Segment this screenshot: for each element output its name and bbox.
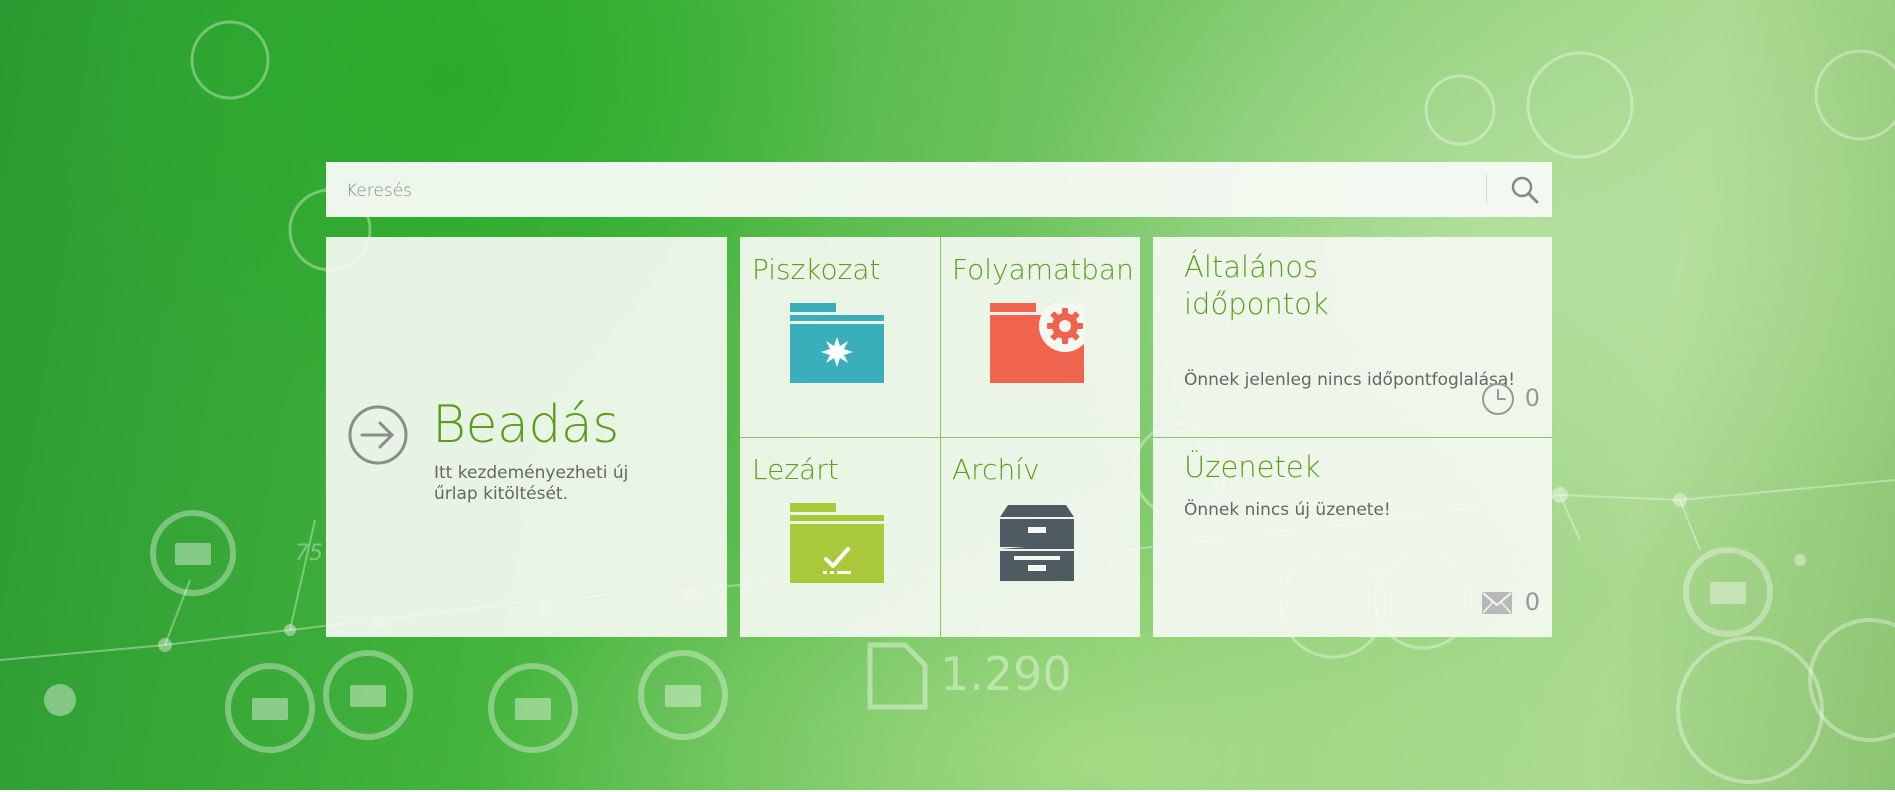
appointments-count: 0 (1524, 384, 1540, 412)
messages-text: Önnek nincs új üzenete! (1184, 500, 1391, 520)
search-bar (326, 162, 1552, 219)
folder-in-progress-label: Folyamatban (952, 253, 1134, 286)
search-button[interactable] (1498, 162, 1552, 217)
info-panels: Általános időpontok Önnek jelenleg nincs… (1153, 237, 1552, 637)
folder-closed[interactable]: Lezárt (740, 437, 940, 637)
search-divider (1486, 174, 1487, 204)
appointments-title-line2: időpontok (1184, 287, 1329, 321)
appointments-panel[interactable]: Általános időpontok Önnek jelenleg nincs… (1153, 237, 1552, 437)
folder-draft[interactable]: Piszkozat (740, 237, 940, 437)
clock-icon (1482, 383, 1514, 415)
submit-tile[interactable]: Beadás Itt kezdeményezheti új űrlap kitö… (326, 237, 727, 637)
appointments-text: Önnek jelenleg nincs időpontfoglalása! (1184, 370, 1516, 390)
draft-folder-icon (790, 303, 884, 383)
search-input[interactable] (344, 162, 1498, 219)
in-progress-folder-icon (990, 303, 1084, 383)
messages-panel[interactable]: Üzenetek Önnek nincs új üzenete! 0 (1153, 437, 1552, 637)
background-counter: 1.290 (940, 647, 1072, 701)
search-icon (1511, 176, 1539, 203)
folder-draft-label: Piszkozat (752, 253, 881, 286)
folder-in-progress[interactable]: Folyamatban (940, 237, 1140, 437)
folder-closed-label: Lezárt (752, 453, 839, 486)
closed-folder-icon (790, 503, 884, 583)
background-axis-label: 75 (295, 541, 323, 566)
folder-archive-label: Archív (952, 453, 1040, 486)
folder-archive[interactable]: Archív (940, 437, 1140, 637)
envelope-icon (1482, 592, 1512, 614)
appointments-title-line1: Általános (1184, 250, 1319, 284)
messages-count: 0 (1524, 588, 1540, 616)
appointments-title: Általános időpontok (1184, 249, 1329, 323)
submit-description: Itt kezdeményezheti új űrlap kitöltését. (434, 463, 629, 504)
submit-title: Beadás (432, 395, 619, 455)
messages-title: Üzenetek (1184, 450, 1321, 484)
folder-grid: Piszkozat Folyamatban Lezárt Archív (740, 237, 1140, 637)
arrow-right-circle-icon (348, 405, 408, 465)
archive-cabinet-icon (1000, 505, 1074, 581)
